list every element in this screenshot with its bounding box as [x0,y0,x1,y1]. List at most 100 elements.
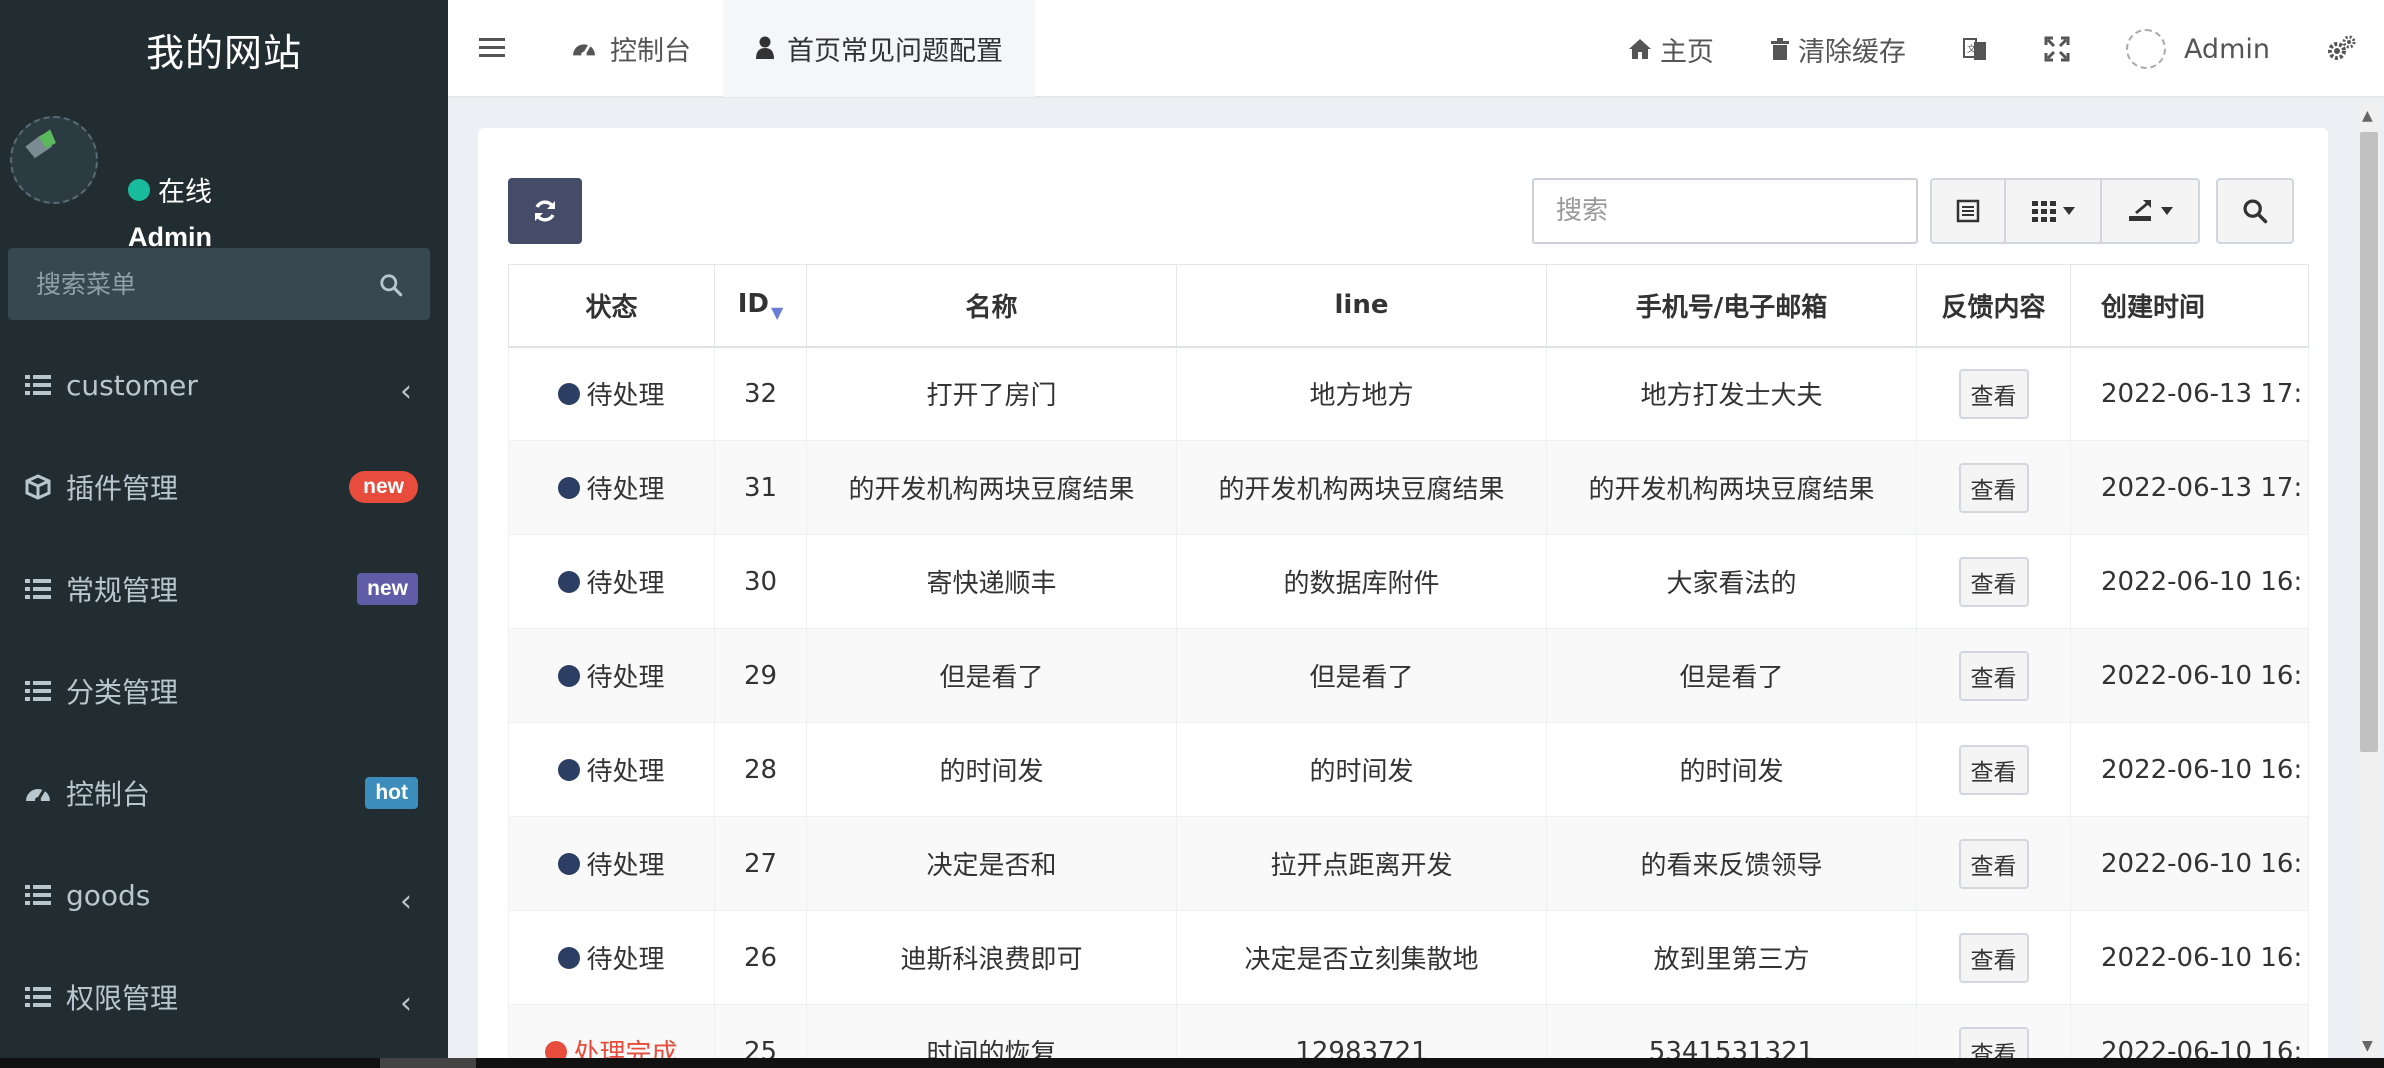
top-navbar: 控制台 首页常见问题配置 主页 清除缓存 文 Admin [448,0,2384,98]
id-cell: 27 [714,816,807,911]
status-badge: 待处理 [558,845,665,882]
column-header-created[interactable]: 创建时间 [2070,264,2309,348]
sidebar-search-input[interactable] [8,269,328,299]
list-icon [24,983,52,1011]
horizontal-scrollbar[interactable] [0,1058,2384,1068]
id-cell: 29 [714,628,807,723]
navbar-right: 主页 清除缓存 文 Admin [1600,0,2384,98]
table-row[interactable]: 待处理 30 寄快递顺丰 的数据库附件 大家看法的 查看 2022-06-10 16: [508,534,2309,629]
feedback-cell: 查看 [1916,910,2071,1005]
table-row[interactable]: 待处理 28 的时间发 的时间发 的时间发 查看 2022-06-10 16: [508,722,2309,817]
created-time-cell: 2022-06-10 16: [2070,534,2309,629]
feedback-cell: 查看 [1916,440,2071,535]
columns-icon [2032,201,2056,222]
sidebar-item-dashboard[interactable]: 控制台 hot [0,742,448,844]
view-feedback-button[interactable]: 查看 [1958,838,2029,889]
line-cell: 的开发机构两块豆腐结果 [1176,440,1547,535]
vertical-scrollbar[interactable]: ▲ ▼ [2358,104,2380,1058]
admin-name: Admin [2183,33,2270,65]
status-text: 待处理 [586,381,665,412]
line-cell: 但是看了 [1176,628,1547,723]
status-dot-icon [558,946,581,969]
sidebar-search [8,248,430,320]
settings-button[interactable] [2298,0,2384,98]
id-cell: 28 [714,722,807,817]
horizontal-scrollbar-thumb[interactable] [380,1058,476,1068]
table-row[interactable]: 待处理 29 但是看了 但是看了 但是看了 查看 2022-06-10 16: [508,628,2309,723]
column-header-contact[interactable]: 手机号/电子邮箱 [1546,264,1917,348]
tab-dashboard[interactable]: 控制台 [538,0,723,97]
user-status-text: 在线 [158,177,212,208]
table-row[interactable]: 待处理 31 的开发机构两块豆腐结果 的开发机构两块豆腐结果 的开发机构两块豆腐结果 查看… [508,440,2309,535]
column-header-id[interactable]: ID ▼ [714,264,807,348]
toggle-view-button[interactable] [1932,180,2006,242]
export-icon [2129,200,2151,221]
sidebar-item-permissions[interactable]: 权限管理 ‹ [0,946,448,1048]
sidebar-item-general[interactable]: 常规管理 new [0,538,448,640]
home-link[interactable]: 主页 [1600,0,1742,98]
column-header-name[interactable]: 名称 [806,264,1177,348]
status-badge: 待处理 [558,375,665,412]
columns-dropdown-button[interactable] [2006,180,2102,242]
status-cell: 待处理 [508,628,715,723]
tab-faq-config[interactable]: 首页常见问题配置 [723,0,1035,97]
sidebar-item-customer[interactable]: customer ‹ [0,334,448,436]
column-header-status[interactable]: 状态 [508,264,715,348]
caret-down-icon [2161,207,2173,215]
view-feedback-button[interactable]: 查看 [1958,368,2029,419]
caret-down-icon [2063,207,2075,215]
sidebar-toggle-button[interactable] [448,0,538,97]
id-cell: 31 [714,440,807,535]
advanced-search-button[interactable] [2216,178,2294,244]
home-icon [1628,39,1651,59]
user-panel: Admin 在线 [0,98,448,252]
column-header-line[interactable]: line [1176,264,1547,348]
status-dot-icon [558,476,581,499]
sidebar-item-label: 插件管理 [66,472,179,505]
table-toolbar [1930,178,2200,244]
table-row[interactable]: 待处理 27 决定是否和 拉开点距离开发 的看来反馈领导 查看 2022-06-10 16: [508,816,2309,911]
refresh-button[interactable] [508,178,582,244]
scrollbar-thumb[interactable] [2360,132,2378,752]
view-feedback-button[interactable]: 查看 [1958,744,2029,795]
sidebar-item-goods[interactable]: goods ‹ [0,844,448,946]
column-header-feedback[interactable]: 反馈内容 [1916,264,2071,348]
export-dropdown-button[interactable] [2102,180,2198,242]
table-row[interactable]: 待处理 26 迪斯科浪费即可 决定是否立刻集散地 放到里第三方 查看 2022-06-10 … [508,910,2309,1005]
status-cell: 待处理 [508,816,715,911]
site-brand[interactable]: 我的网站 [0,0,448,98]
table-row[interactable]: 待处理 32 打开了房门 地方地方 地方打发士大夫 查看 2022-06-13 17: [508,346,2309,441]
chevron-left-icon: ‹ [400,986,412,1021]
view-feedback-button[interactable]: 查看 [1958,650,2029,701]
status-dot-icon [558,852,581,875]
search-icon[interactable] [378,272,404,302]
line-cell: 的数据库附件 [1176,534,1547,629]
list-icon [24,575,52,603]
feedback-table: 状态 ID ▼ 名称 line 手机号/电子邮箱 反馈内容 创建时间 待处理 32 打… [508,264,2309,1068]
svg-text:文: 文 [1967,43,1976,55]
fullscreen-button[interactable] [2016,0,2098,98]
contact-cell: 的看来反馈领导 [1546,816,1917,911]
table-search-input[interactable] [1532,178,1918,244]
status-cell: 待处理 [508,534,715,629]
name-cell: 打开了房门 [806,346,1177,441]
sort-desc-icon: ▼ [770,302,784,322]
scroll-up-icon[interactable]: ▲ [2362,108,2373,124]
name-cell: 决定是否和 [806,816,1177,911]
sidebar-item-category[interactable]: 分类管理 [0,640,448,742]
status-cell: 待处理 [508,346,715,441]
view-feedback-button[interactable]: 查看 [1958,462,2029,513]
sidebar-item-plugins[interactable]: 插件管理 new [0,436,448,538]
online-dot-icon [128,178,150,201]
list-icon [24,881,52,909]
feedback-cell: 查看 [1916,722,2071,817]
view-feedback-button[interactable]: 查看 [1958,556,2029,607]
refresh-icon [535,200,555,222]
admin-user-menu[interactable]: Admin [2098,0,2298,98]
created-time-cell: 2022-06-13 17: [2070,440,2309,535]
translate-button[interactable]: 文 [1934,0,2016,98]
clear-cache-button[interactable]: 清除缓存 [1742,0,1934,98]
view-feedback-button[interactable]: 查看 [1958,932,2029,983]
scroll-down-icon[interactable]: ▼ [2362,1038,2373,1054]
status-cell: 待处理 [508,910,715,1005]
